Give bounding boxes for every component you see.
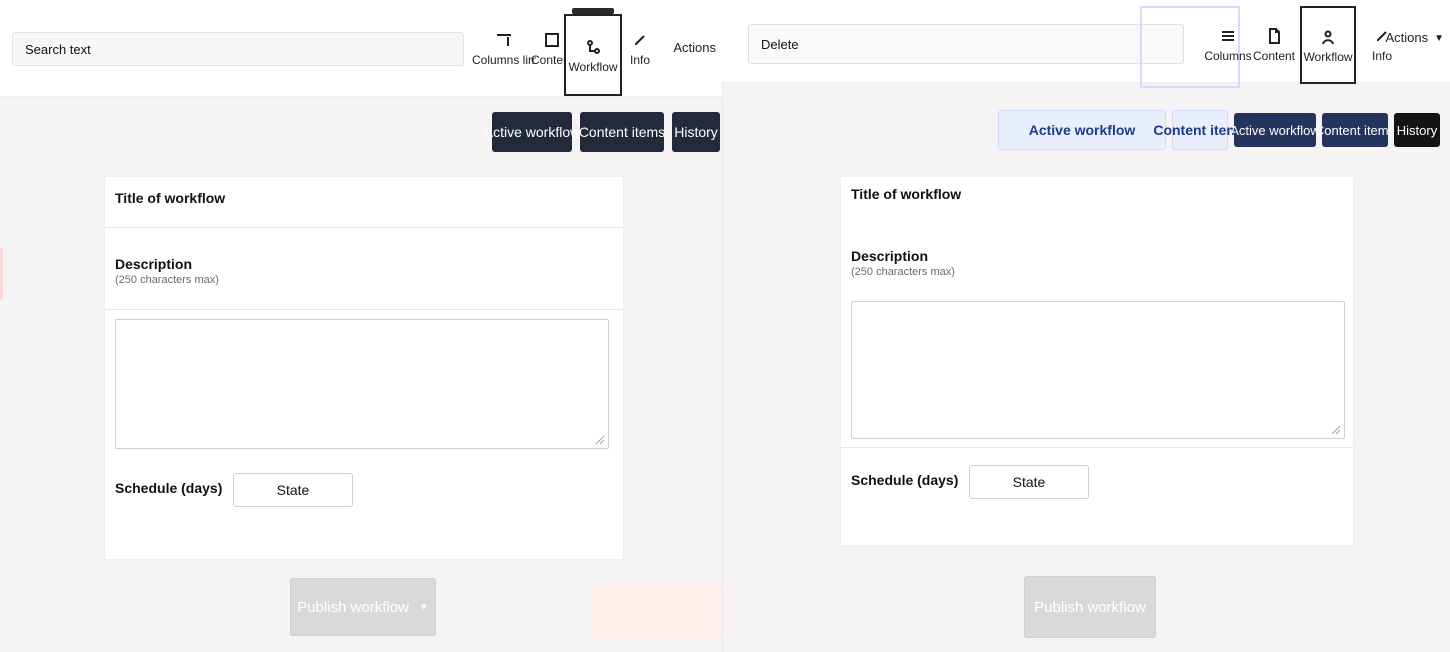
right-tab-content-items-navy-label: Content items [1314, 122, 1396, 138]
right-schedule-label: Schedule (days) [851, 472, 959, 488]
left-tab-active-workflow-label: Active workflow [483, 124, 581, 140]
left-toolbar-info-label: Info [629, 53, 650, 67]
left-toolbar-info-button[interactable]: Info [612, 12, 668, 84]
right-tab-content-items-soft[interactable]: Content items [1153, 110, 1247, 150]
chevron-down-icon: ▼ [418, 601, 429, 613]
right-tabs: Active workflow Content items Active wor… [998, 110, 1440, 150]
left-tab-active-workflow[interactable]: Active workflow [484, 112, 580, 152]
list-icon [1218, 26, 1238, 46]
left-tab-content-items[interactable]: Content items [578, 112, 666, 152]
right-description-label: Description [851, 248, 929, 264]
right-toolbar: Columns Content Workfl [722, 0, 1450, 88]
right-schedule-divider [841, 447, 1353, 448]
right-tab-active-workflow-soft-label: Active workflow [1028, 122, 1136, 138]
left-edge-marker [0, 248, 3, 300]
right-publish-label: Publish workflow [1034, 598, 1146, 616]
left-search-input[interactable] [23, 40, 453, 58]
left-tab-history[interactable]: History [672, 112, 720, 152]
right-toolbar-pen-label: Info [1371, 49, 1392, 63]
right-toolbar-doc-label: Content [1252, 49, 1296, 63]
right-pane: Columns Content Workfl [722, 0, 1450, 652]
right-search-input[interactable] [759, 35, 1173, 53]
left-title-label: Title of workflow [115, 190, 226, 206]
right-author-menu[interactable]: Actions ▼ [1385, 30, 1444, 45]
left-description-field: Description (250 characters max) [115, 257, 613, 286]
resize-grip-icon [595, 435, 605, 445]
left-title-divider [105, 227, 623, 228]
right-toolbar-user-button[interactable]: Workflow [1300, 6, 1356, 84]
left-schedule-label: Schedule (days) [115, 480, 223, 496]
workflow-icon [583, 37, 603, 57]
left-search-field[interactable] [12, 32, 464, 66]
columns-icon [494, 30, 514, 50]
left-tab-history-label: History [674, 124, 718, 140]
left-description-divider [105, 309, 623, 310]
right-title-label: Title of workflow [851, 186, 962, 202]
right-publish-button[interactable]: Publish workflow [1024, 576, 1156, 638]
right-schedule-value: State [1012, 474, 1046, 490]
right-tab-history-label: History [1396, 122, 1438, 138]
right-tab-active-workflow-navy[interactable]: Active workflow [1230, 113, 1320, 147]
right-author-label: Actions [1385, 30, 1429, 45]
right-search-field[interactable] [748, 24, 1184, 64]
chevron-down-icon: ▼ [1434, 32, 1444, 44]
right-description-help: (250 characters max) [851, 265, 955, 278]
left-publish-label: Publish workflow [297, 598, 409, 616]
left-author-label: Actions [673, 40, 716, 55]
doc-icon [1264, 26, 1284, 46]
left-toolbar-workflow-label: Workflow [568, 60, 618, 74]
right-tab-active-workflow-navy-label: Active workflow [1230, 122, 1320, 138]
left-tabs: Active workflow Content items History [484, 112, 720, 152]
right-tab-active-workflow-soft[interactable]: Active workflow [998, 110, 1166, 150]
left-schedule-value: State [276, 482, 310, 498]
left-title-field: Title of workflow [115, 191, 613, 206]
left-schedule-select[interactable]: State [233, 473, 353, 507]
square-icon [542, 30, 562, 50]
right-description-field: Description (250 characters max) [851, 249, 1343, 278]
left-description-textarea[interactable] [115, 319, 609, 449]
left-workflow-form: Title of workflow Description (250 chara… [104, 176, 624, 560]
right-tab-content-items-navy[interactable]: Content items [1315, 113, 1395, 147]
right-toolbar-user-label: Workflow [1303, 50, 1353, 64]
left-author-menu[interactable]: Actions [673, 40, 716, 55]
right-description-textarea[interactable] [851, 301, 1345, 439]
left-pane: Columns limited Content [0, 0, 722, 652]
left-tab-content-items-label: Content items [578, 124, 666, 140]
right-schedule-field: Schedule (days) [851, 473, 1343, 488]
left-secondary-button[interactable] [594, 586, 722, 638]
right-workflow-form: Title of workflow Description (250 chara… [840, 176, 1354, 546]
right-tab-history[interactable]: History [1394, 113, 1440, 147]
pen-icon [630, 30, 650, 50]
resize-grip-icon [1331, 425, 1341, 435]
left-toolbar: Columns limited Content [0, 0, 722, 97]
left-description-help: (250 characters max) [115, 273, 219, 286]
left-publish-button[interactable]: Publish workflow ▼ [290, 578, 436, 636]
right-toolbar-doc-button[interactable]: Content [1246, 6, 1302, 82]
right-schedule-select[interactable]: State [969, 465, 1089, 499]
user-icon [1318, 27, 1338, 47]
right-title-field: Title of workflow [851, 187, 1343, 202]
left-schedule-field: Schedule (days) [115, 481, 613, 496]
screen: Columns limited Content [0, 0, 1450, 652]
right-toolbar-list-label: Columns [1204, 49, 1252, 63]
left-description-label: Description [115, 256, 193, 272]
